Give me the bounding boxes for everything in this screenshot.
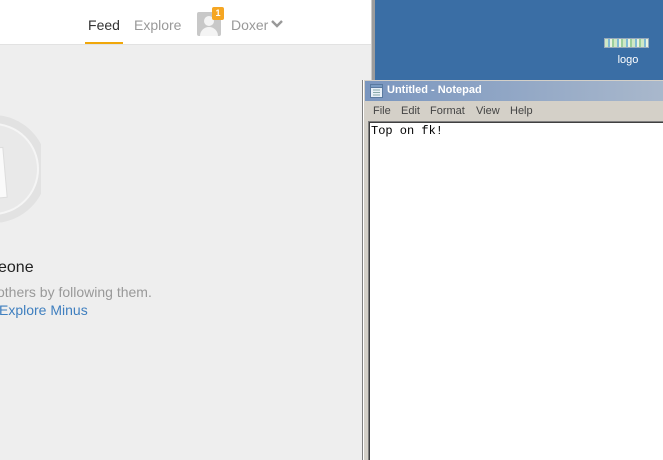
notification-badge[interactable]: 1 [212, 7, 224, 20]
browser-window: Feed Explore 1 Doxer eone others by foll… [0, 0, 371, 460]
notepad-titlebar[interactable]: Untitled - Notepad [365, 81, 663, 101]
notepad-window: Untitled - Notepad File Edit Format View… [363, 80, 663, 460]
notepad-icon [370, 84, 383, 98]
nav-tab-explore[interactable]: Explore [134, 17, 181, 44]
empty-state-title: eone [0, 259, 34, 276]
notepad-menubar: File Edit Format View Help [365, 102, 663, 120]
notepad-text-content: Top on fk! [371, 124, 444, 138]
desktop-logo-shortcut[interactable]: logo [604, 38, 650, 66]
menu-edit[interactable]: Edit [401, 105, 420, 117]
menu-view[interactable]: View [476, 105, 500, 117]
desktop-logo-label: logo [617, 54, 639, 66]
menu-file[interactable]: File [373, 105, 391, 117]
notepad-title: Untitled - Notepad [387, 84, 482, 96]
empty-state-subtitle: others by following them. [0, 284, 152, 300]
username-label[interactable]: Doxer [231, 17, 268, 33]
nav-tab-feed[interactable]: Feed [85, 17, 123, 44]
notepad-text-area[interactable]: Top on fk! [368, 121, 663, 460]
logo-image [604, 38, 649, 48]
explore-minus-link[interactable]: Explore Minus [0, 302, 88, 318]
menu-help[interactable]: Help [510, 105, 533, 117]
empty-feed-illustration-icon [0, 115, 41, 223]
user-avatar-button[interactable]: 1 [197, 7, 224, 36]
site-header: Feed Explore 1 Doxer [0, 0, 371, 45]
chevron-down-icon[interactable] [270, 17, 284, 31]
menu-format[interactable]: Format [430, 105, 465, 117]
